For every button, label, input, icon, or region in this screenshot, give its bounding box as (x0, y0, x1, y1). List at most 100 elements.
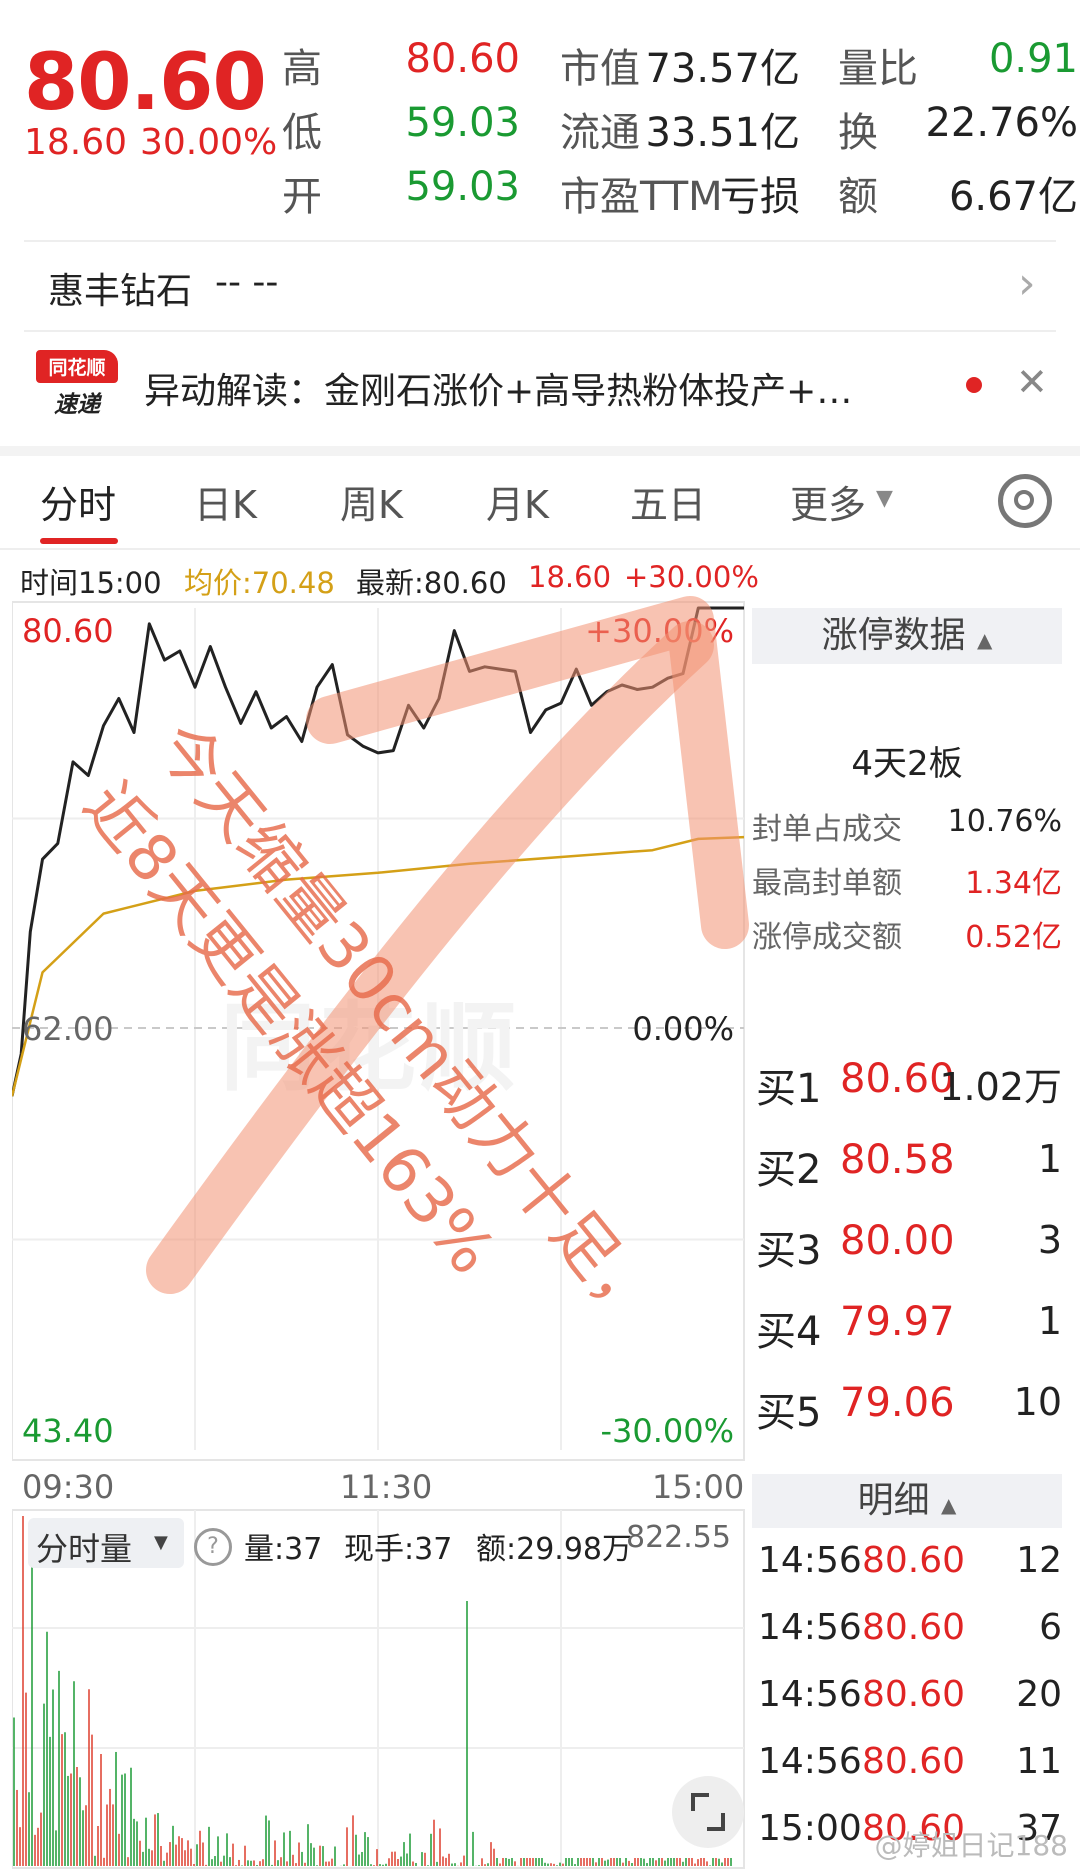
divider (24, 240, 1056, 242)
stat-value: 亏损 (720, 174, 800, 220)
limit-up-stat-label: 封单占成交 (752, 812, 902, 847)
chevron-right-icon[interactable]: › (1018, 258, 1036, 309)
divider (0, 548, 1080, 550)
bid-price: 80.00 (840, 1218, 955, 1264)
help-icon[interactable]: ? (194, 1528, 232, 1566)
settings-gear-icon[interactable] (998, 474, 1052, 528)
expand-icon (691, 1793, 709, 1811)
detail-volume: 6 (1039, 1607, 1062, 1648)
watermark-logo: 同花顺 (220, 992, 520, 1104)
detail-header-label: 明细 (857, 1480, 930, 1521)
bid-level-label: 买4 (756, 1309, 822, 1355)
tab-0[interactable]: 分时 (40, 474, 116, 529)
tab-4[interactable]: 五日 (630, 474, 706, 529)
stat-value: 0.91 (988, 36, 1078, 82)
bid-level-label: 买2 (756, 1147, 822, 1193)
x-axis-label-open: 09:30 (22, 1468, 115, 1506)
detail-volume: 12 (1016, 1540, 1062, 1581)
stat-label: 开 (282, 174, 322, 220)
bid-volume: 3 (1037, 1218, 1062, 1262)
detail-header[interactable]: 明细 ▲ (752, 1474, 1062, 1528)
current-price: 80.60 (24, 38, 267, 128)
pct-axis-top: +30.00% (585, 612, 734, 650)
stat-value: 59.03 (405, 100, 520, 146)
limit-up-header-label: 涨停数据 (821, 615, 966, 656)
chart-latest-price: 最新:80.60 (356, 566, 507, 600)
x-axis-label-close: 15:00 (652, 1468, 745, 1506)
detail-volume: 11 (1016, 1741, 1062, 1782)
divider (24, 330, 1056, 332)
stat-value: 59.03 (405, 164, 520, 210)
limit-up-stat-label: 最高封单额 (752, 866, 902, 901)
volume-turnover: 额:29.98万 (476, 1532, 632, 1567)
y-axis-mid: 62.00 (22, 1010, 114, 1048)
volume-selector[interactable]: 分时量 ▼ (28, 1518, 184, 1568)
pct-axis-mid: 0.00% (632, 1010, 734, 1048)
close-icon[interactable]: ✕ (1016, 360, 1048, 404)
price-change-pct: 30.00% (140, 122, 278, 163)
detail-price: 80.60 (862, 1741, 966, 1782)
stat-value: 22.76% (925, 100, 1078, 146)
chart-change: 18.60 (528, 560, 612, 594)
volume-selector-label: 分时量 (36, 1530, 133, 1568)
related-stock-value: -- -- (215, 262, 279, 303)
chart-change-pct: +30.00% (624, 560, 759, 594)
volume-amount: 量:37 (244, 1532, 323, 1567)
bid-volume: 10 (1013, 1380, 1062, 1424)
limit-up-streak: 4天2板 (851, 744, 963, 784)
tab-2[interactable]: 周K (340, 474, 403, 529)
unread-dot (966, 377, 982, 393)
stat-label: 换 (838, 110, 878, 156)
chevron-down-icon: ▼ (876, 486, 893, 511)
limit-up-stat-label: 涨停成交额 (752, 920, 902, 955)
stat-label: 市值 (560, 46, 640, 92)
bid-volume: 1 (1037, 1137, 1062, 1181)
bid-price: 79.97 (840, 1299, 955, 1345)
detail-time: 15:00 (758, 1808, 862, 1849)
bid-level-label: 买1 (756, 1066, 822, 1112)
tab-1[interactable]: 日K (194, 474, 257, 529)
tab-3[interactable]: 月K (486, 474, 549, 529)
stat-label: 额 (838, 174, 878, 220)
bid-level-label: 买5 (756, 1390, 822, 1436)
detail-time: 14:56 (758, 1674, 862, 1715)
bid-volume: 1 (1037, 1299, 1062, 1343)
y-axis-bottom: 43.40 (22, 1412, 114, 1450)
bid-level-label: 买3 (756, 1228, 822, 1274)
detail-price: 80.60 (862, 1607, 966, 1648)
stat-label: 流通 (560, 110, 640, 156)
stat-value: 33.51亿 (645, 110, 800, 156)
stat-label: 量比 (838, 46, 918, 92)
chart-avg-price: 均价:70.48 (184, 566, 335, 600)
limit-up-header[interactable]: 涨停数据 ▲ (752, 608, 1062, 664)
bid-price: 80.60 (840, 1056, 955, 1102)
logo-top-text: 同花顺 (36, 350, 118, 383)
pct-axis-bottom: -30.00% (600, 1412, 734, 1450)
active-tab-indicator (40, 538, 118, 544)
y-axis-top: 80.60 (22, 612, 114, 650)
logo-bottom-text: 速递 (54, 392, 100, 418)
detail-time: 14:56 (758, 1540, 862, 1581)
news-headline[interactable]: 异动解读：金刚石涨价+高导热粉体投产+… (144, 362, 934, 414)
related-stock-name[interactable]: 惠丰钻石 (48, 262, 192, 314)
bid-price: 79.06 (840, 1380, 955, 1426)
limit-up-stat-value: 10.76% (947, 804, 1062, 839)
detail-volume: 20 (1016, 1674, 1062, 1715)
expand-icon (707, 1813, 725, 1831)
watermark-handle: @婷姐日记188 (874, 1829, 1068, 1862)
detail-price: 80.60 (862, 1540, 966, 1581)
tab-5[interactable]: 更多 (790, 474, 866, 529)
bid-volume: 1.02万 (939, 1065, 1062, 1109)
fullscreen-button[interactable] (672, 1776, 744, 1848)
volume-current-hand: 现手:37 (344, 1532, 453, 1567)
section-gap (0, 446, 1080, 456)
stat-value: 6.67亿 (948, 174, 1078, 220)
detail-price: 80.60 (862, 1674, 966, 1715)
stat-value: 80.60 (405, 36, 520, 82)
chart-time: 时间15:00 (20, 566, 162, 600)
price-change: 18.60 (24, 122, 128, 163)
limit-up-stat-value: 1.34亿 (965, 866, 1062, 901)
volume-max: 822.55 (626, 1520, 731, 1555)
detail-time: 14:56 (758, 1607, 862, 1648)
chevron-down-icon: ▼ (154, 1532, 168, 1553)
